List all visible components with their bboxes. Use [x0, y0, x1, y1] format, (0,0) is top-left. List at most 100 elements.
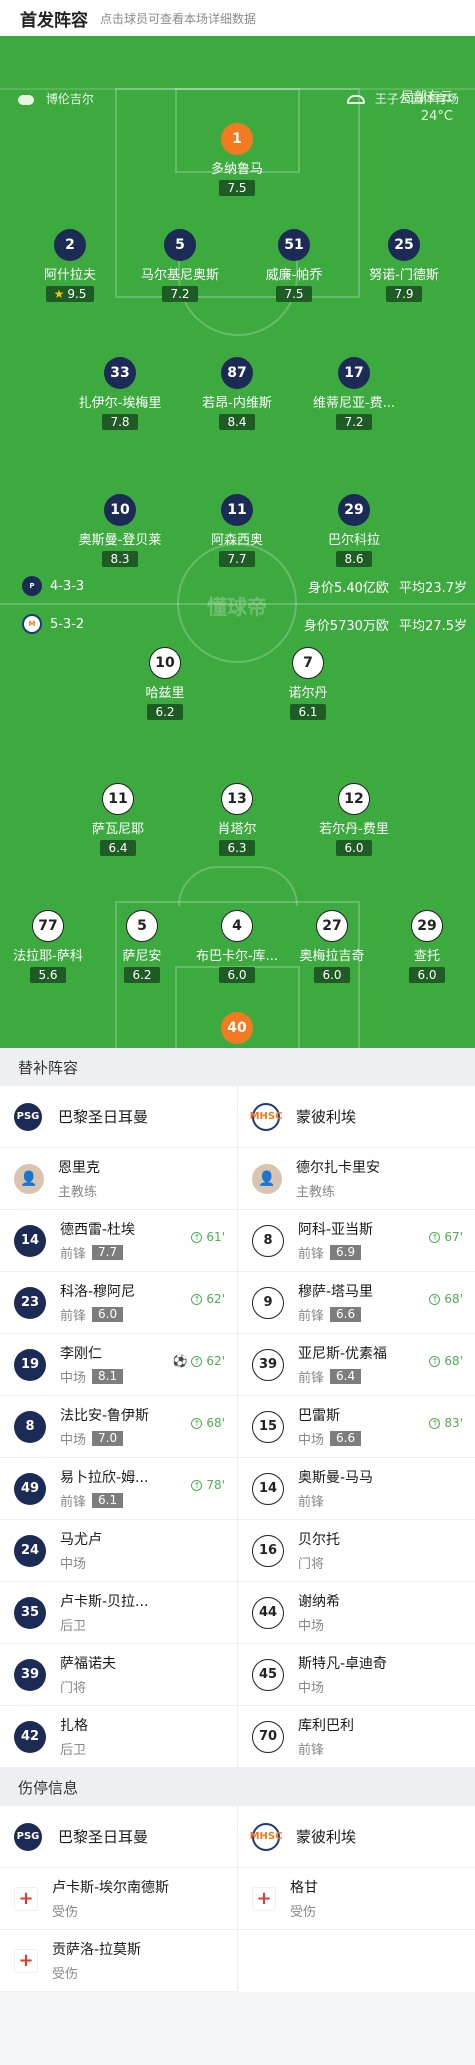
player-number: 14: [252, 1472, 284, 1505]
player-number: 16: [252, 1534, 284, 1567]
player-rating: 8.1: [92, 1369, 124, 1384]
player-number: 45: [252, 1658, 284, 1691]
home-player[interactable]: 1 多纳鲁马 7.5: [177, 123, 297, 196]
home-player[interactable]: 2 阿什拉夫 ★ 9.5: [10, 229, 130, 302]
sub-on-icon: ↑: [191, 1417, 203, 1429]
player-number: 23: [14, 1286, 46, 1319]
home-player[interactable]: 25 努诺-门德斯 7.9: [344, 229, 464, 302]
player-position: 前锋: [298, 1247, 325, 1262]
home-player[interactable]: 17 维蒂尼亚-费... 7.2: [294, 357, 414, 430]
rating-value: 8.6: [344, 552, 364, 566]
player-number: 10: [149, 647, 181, 679]
rating-value: 6.2: [155, 705, 175, 719]
player-position: 前锋: [298, 1309, 325, 1324]
away-sub-row[interactable]: 8 阿科-亚当斯 前锋 6.9 ↑ 67': [238, 1210, 475, 1272]
sub-on-time: ↑ 68': [191, 1416, 225, 1430]
sub-on-time: ↑ 83': [429, 1416, 463, 1430]
player-rating: 6.4: [330, 1369, 362, 1384]
player-number: 39: [252, 1348, 284, 1381]
injuries-home-team[interactable]: PSG 巴黎圣日耳曼: [0, 1806, 237, 1868]
home-player[interactable]: 51 威廉-帕乔 7.5: [234, 229, 354, 302]
player-rating: 7.8: [102, 414, 138, 430]
player-name: 贡萨洛-拉莫斯: [52, 1942, 142, 1958]
player-number: 19: [14, 1348, 46, 1381]
home-player[interactable]: 33 扎伊尔-埃梅里 7.8: [60, 357, 180, 430]
home-sub-row[interactable]: 8 法比安-鲁伊斯 中场 7.0 ↑ 68': [0, 1396, 237, 1458]
home-injury-row[interactable]: + 卢卡斯-埃尔南德斯 受伤: [0, 1868, 237, 1930]
away-player[interactable]: 40勒孔特6.7: [177, 1012, 297, 1048]
away-sub-row[interactable]: 39 亚尼斯-优素福 前锋 6.4 ↑ 68': [238, 1334, 475, 1396]
subs-section-title: 替补阵容: [0, 1048, 475, 1086]
away-player[interactable]: 13 肖塔尔 6.3: [177, 783, 297, 856]
away-sub-row[interactable]: 15 巴雷斯 中场 6.6 ↑ 83': [238, 1396, 475, 1458]
home-player[interactable]: 11 阿森西奥 7.7: [177, 494, 297, 567]
away-player[interactable]: 10 哈兹里 6.2: [105, 647, 225, 720]
away-sub-row[interactable]: 16 贝尔托 门将: [238, 1520, 475, 1582]
psg-crest-icon: PSG: [14, 1102, 42, 1131]
rating-value: 8.4: [227, 415, 247, 429]
home-player[interactable]: 5 马尔基尼奥斯 7.2: [120, 229, 240, 302]
away-player[interactable]: 7 诺尔丹 6.1: [248, 647, 368, 720]
home-sub-row[interactable]: 35 卢卡斯-贝拉... 后卫: [0, 1582, 237, 1644]
player-number: 11: [102, 783, 134, 815]
team-name: 蒙彼利埃: [296, 1108, 357, 1126]
rating-value: 6.3: [227, 841, 247, 855]
player-name: 阿科-亚当斯: [298, 1222, 374, 1238]
injuries-grid: PSG 巴黎圣日耳曼 + 卢卡斯-埃尔南德斯 受伤 + 贡萨洛-拉莫斯 受伤 MHSC 蒙…: [0, 1806, 475, 1992]
player-name: 若昂-内维斯: [202, 396, 272, 411]
away-injury-row[interactable]: + 格甘 受伤: [238, 1868, 475, 1930]
home-sub-row[interactable]: 14 德西雷-杜埃 前锋 7.7 ↑ 61': [0, 1210, 237, 1272]
rating-value: 7.7: [227, 552, 247, 566]
home-coach-row[interactable]: 👤 恩里克 主教练: [0, 1148, 237, 1210]
player-rating: 7.2: [162, 286, 198, 302]
away-sub-row[interactable]: 9 穆萨-塔马里 前锋 6.6 ↑ 68': [238, 1272, 475, 1334]
home-sub-row[interactable]: 49 易卜拉欣-姆... 前锋 6.1 ↑ 78': [0, 1458, 237, 1520]
rating-value: 5.6: [38, 968, 58, 982]
home-injury-row[interactable]: + 贡萨洛-拉莫斯 受伤: [0, 1930, 237, 1992]
subs-home-team[interactable]: PSG 巴黎圣日耳曼: [0, 1086, 237, 1148]
home-player[interactable]: 10 奥斯曼-登贝莱 8.3: [60, 494, 180, 567]
player-name: 努诺-门德斯: [369, 268, 439, 283]
player-number: 44: [252, 1596, 284, 1629]
away-sub-row[interactable]: 70 库利巴利 前锋: [238, 1706, 475, 1768]
home-sub-row[interactable]: 23 科洛-穆阿尼 前锋 6.0 ↑ 62': [0, 1272, 237, 1334]
player-rating: 7.7: [219, 551, 255, 567]
sub-on-icon: ↑: [429, 1355, 441, 1367]
player-position: 前锋: [60, 1247, 87, 1262]
away-player[interactable]: 29 查托 6.0: [367, 910, 475, 983]
home-player[interactable]: 29 巴尔科拉 8.6: [294, 494, 414, 567]
player-number: 7: [292, 647, 324, 679]
injuries-away-team[interactable]: MHSC 蒙彼利埃: [238, 1806, 475, 1868]
coach-name: 德尔扎卡里安: [296, 1160, 380, 1176]
home-sub-row[interactable]: 42 扎格 后卫: [0, 1706, 237, 1768]
player-rating: 6.0: [92, 1307, 124, 1322]
player-name: 肖塔尔: [217, 822, 257, 837]
player-name: 马尤卢: [60, 1532, 102, 1548]
away-sub-row[interactable]: 45 斯特凡-卓迪奇 中场: [238, 1644, 475, 1706]
team-name: 巴黎圣日耳曼: [58, 1108, 149, 1126]
home-sub-row[interactable]: 39 萨福诺夫 门将: [0, 1644, 237, 1706]
player-name: 巴尔科拉: [327, 533, 380, 548]
player-name: 萨福诺夫: [60, 1656, 116, 1672]
player-name: 奥斯曼-登贝莱: [78, 533, 162, 548]
away-sub-row[interactable]: 14 奥斯曼-马马 前锋: [238, 1458, 475, 1520]
player-number: 40: [221, 1012, 253, 1044]
away-sub-row[interactable]: 44 谢纳希 中场: [238, 1582, 475, 1644]
home-formation: P 4-3-3: [22, 576, 84, 596]
away-player[interactable]: 11 萨瓦尼耶 6.4: [58, 783, 178, 856]
rating-value: 7.2: [344, 415, 364, 429]
away-stats: 身价5730万欧 平均27.5岁: [304, 615, 467, 634]
player-rating: 6.1: [290, 704, 326, 720]
home-player[interactable]: 87 若昂-内维斯 8.4: [177, 357, 297, 430]
home-sub-row[interactable]: 24 马尤卢 中场: [0, 1520, 237, 1582]
player-name: 易卜拉欣-姆...: [60, 1470, 149, 1486]
player-name: 查托: [413, 949, 440, 964]
player-rating: 8.6: [336, 551, 372, 567]
home-sub-row[interactable]: 19 李刚仁 中场 8.1 ⚽ ↑ 62': [0, 1334, 237, 1396]
rating-value: 9.5: [67, 287, 87, 301]
player-number: 5: [164, 229, 196, 261]
player-name: 若尔丹-费里: [319, 822, 389, 837]
away-coach-row[interactable]: 👤 德尔扎卡里安 主教练: [238, 1148, 475, 1210]
subs-away-team[interactable]: MHSC 蒙彼利埃: [238, 1086, 475, 1148]
away-player[interactable]: 12 若尔丹-费里 6.0: [294, 783, 414, 856]
